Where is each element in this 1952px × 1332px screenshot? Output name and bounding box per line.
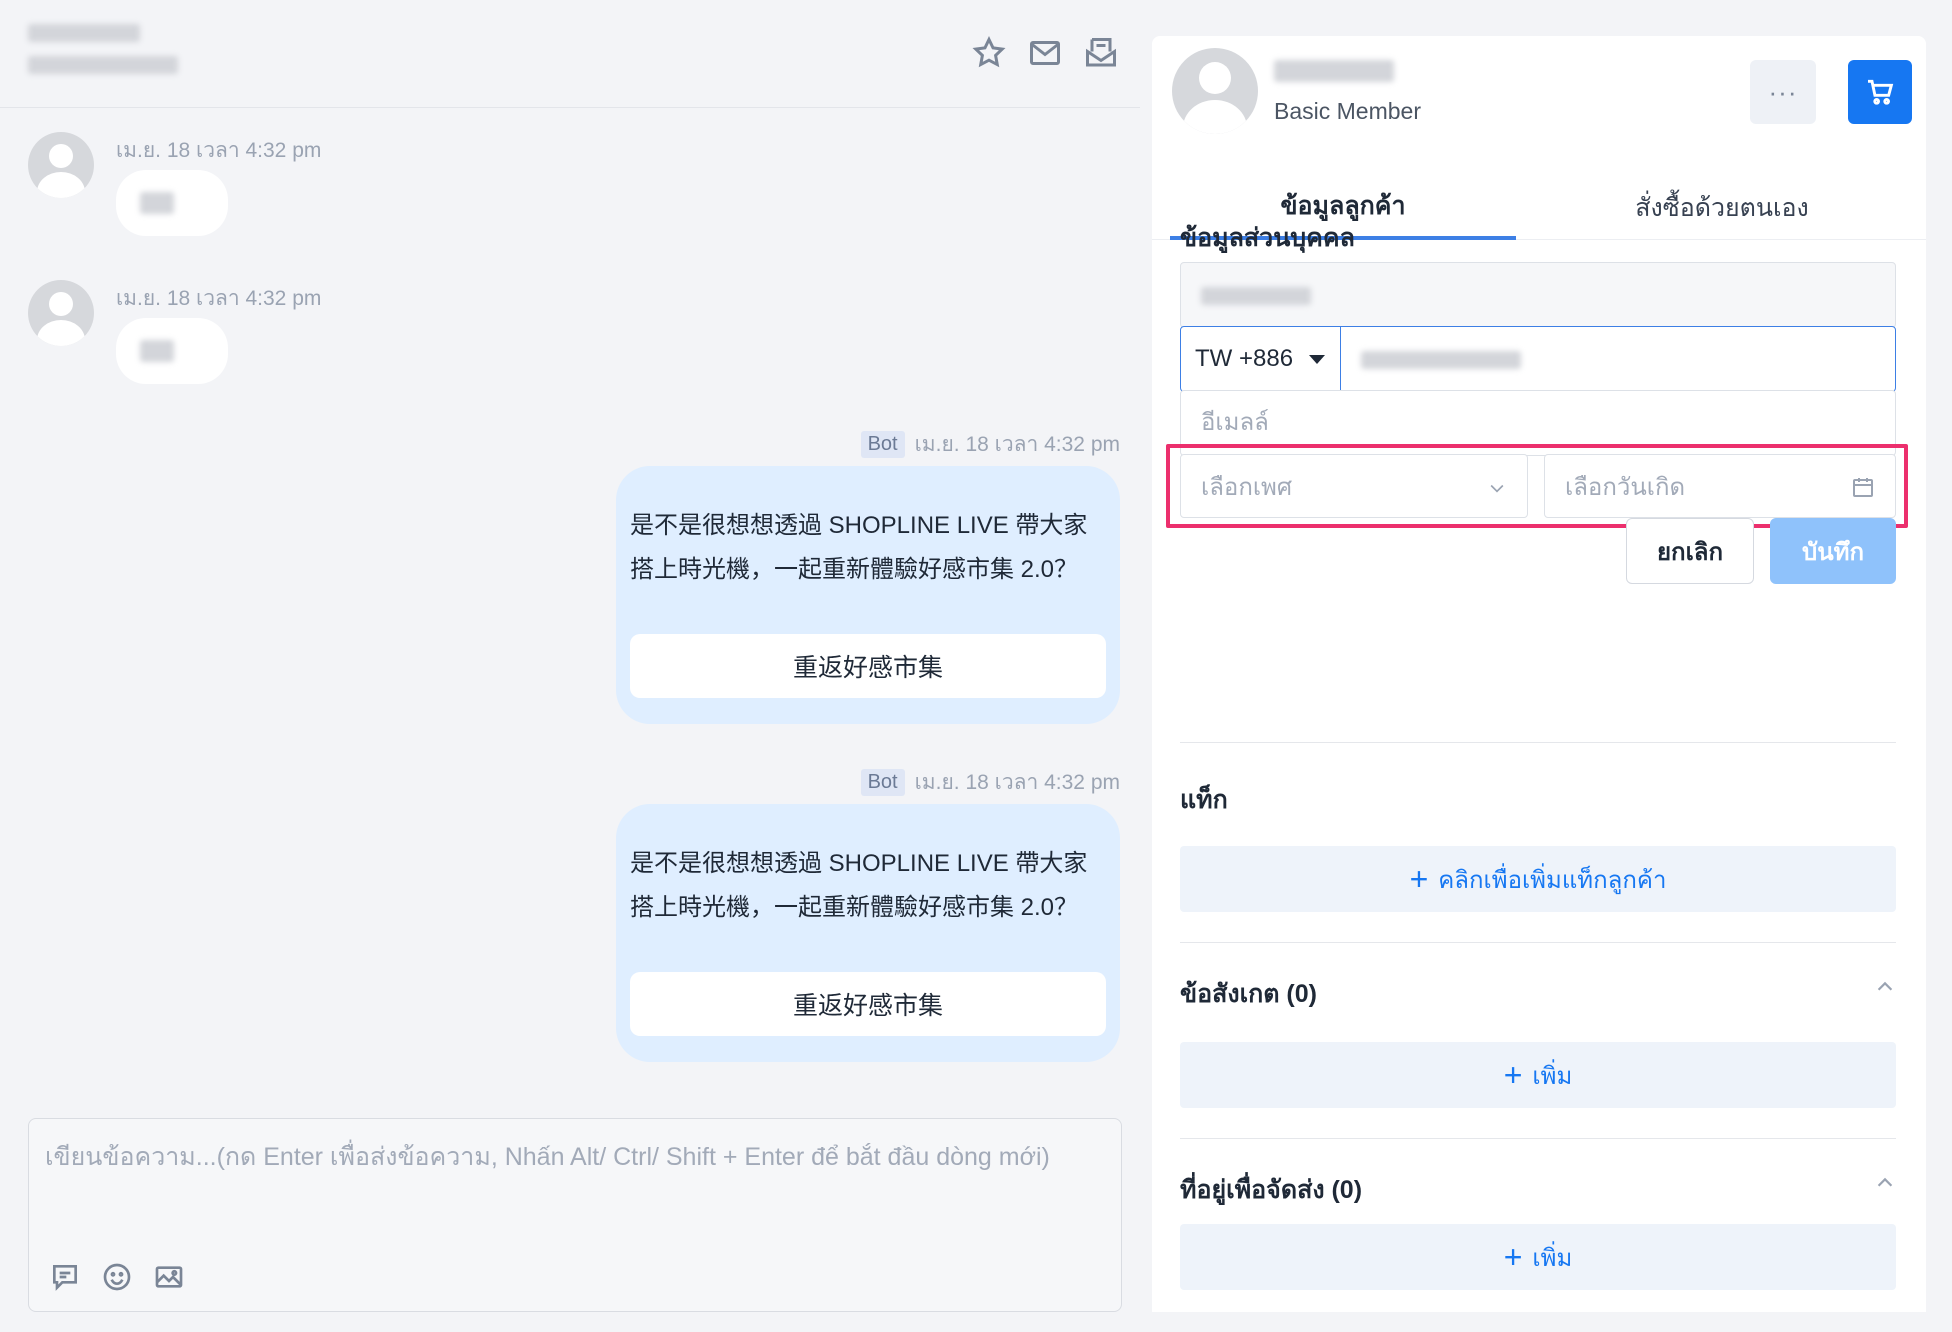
message-meta: Bot เม.ย. 18 เวลา 4:32 pm <box>860 766 1120 799</box>
customer-id-redacted <box>28 56 178 74</box>
message-input[interactable] <box>45 1137 1105 1237</box>
inbox-icon[interactable] <box>1082 34 1120 72</box>
bot-message-bubble: 是不是很想想透過 SHOPLINE LIVE 帶大家搭上時光機，一起重新體驗好感… <box>616 804 1120 1062</box>
bot-action-button[interactable]: 重返好感市集 <box>630 634 1106 698</box>
addresses-title: ที่อยู่เพื่อจัดส่ง (0) <box>1180 1176 1363 1204</box>
member-level: Basic Member <box>1274 98 1421 124</box>
incoming-message: เม.ย. 18 เวลา 4:32 pm <box>28 280 388 390</box>
message-bubble <box>116 318 228 384</box>
customer-avatar <box>1172 48 1258 134</box>
divider <box>1180 1138 1896 1139</box>
birthday-select[interactable]: เลือกวันเกิด <box>1544 454 1896 518</box>
incoming-message: เม.ย. 18 เวลา 4:32 pm <box>28 132 388 242</box>
customer-panel: Basic Member ··· ข้อมูลลูกค้า สั่งซื้อด้… <box>1152 36 1926 1312</box>
message-meta: Bot เม.ย. 18 เวลา 4:32 pm <box>860 428 1120 461</box>
chevron-down-icon <box>1487 477 1507 505</box>
bot-message: Bot เม.ย. 18 เวลา 4:32 pm 是不是很想想透過 SHOPL… <box>520 766 1120 1066</box>
add-address-button[interactable]: + เพิ่ม <box>1180 1224 1896 1290</box>
customer-name-redacted <box>1274 60 1394 82</box>
phone-field: TW +886 <box>1180 326 1896 392</box>
birthday-placeholder: เลือกวันเกิด <box>1565 473 1686 501</box>
avatar <box>28 280 94 346</box>
chevron-up-icon[interactable] <box>1874 1172 1898 1196</box>
gender-placeholder: เลือกเพศ <box>1201 473 1293 501</box>
message-bubble <box>116 170 228 236</box>
plus-icon: + <box>1503 1057 1523 1093</box>
star-icon[interactable] <box>970 34 1008 72</box>
add-tag-button[interactable]: + คลิกเพื่อเพิ่มแท็กลูกค้า <box>1180 846 1896 912</box>
chat-panel: เม.ย. 18 เวลา 4:32 pm เม.ย. 18 เวลา 4:32… <box>0 0 1140 1332</box>
add-note-label: เพิ่ม <box>1532 1062 1573 1090</box>
chevron-up-icon[interactable] <box>1874 976 1898 1000</box>
chat-header <box>0 0 1140 108</box>
bot-message-bubble: 是不是很想想透過 SHOPLINE LIVE 帶大家搭上時光機，一起重新體驗好感… <box>616 466 1120 724</box>
message-content-redacted <box>140 192 174 214</box>
phone-value-redacted <box>1361 351 1521 369</box>
mail-icon[interactable] <box>1026 34 1064 72</box>
message-composer <box>28 1118 1122 1312</box>
plus-icon: + <box>1409 861 1429 897</box>
bot-message: Bot เม.ย. 18 เวลา 4:32 pm 是不是很想想透過 SHOPL… <box>520 428 1120 728</box>
bot-badge: Bot <box>860 431 905 458</box>
cart-icon <box>1868 79 1894 105</box>
name-field[interactable] <box>1180 262 1896 328</box>
bot-action-button[interactable]: 重返好感市集 <box>630 972 1106 1036</box>
plus-icon: + <box>1503 1239 1523 1275</box>
add-note-button[interactable]: + เพิ่ม <box>1180 1042 1896 1108</box>
personal-info-title: ข้อมูลส่วนบุคคล <box>1180 224 1355 252</box>
add-tag-label: คลิกเพื่อเพิ่มแท็กลูกค้า <box>1438 866 1667 894</box>
more-options-button[interactable]: ··· <box>1750 60 1816 124</box>
divider <box>1180 942 1896 943</box>
save-button[interactable]: บันทึก <box>1770 518 1896 584</box>
quick-reply-icon[interactable] <box>49 1261 81 1293</box>
chat-header-actions <box>970 34 1120 72</box>
tags-title: แท็ก <box>1180 786 1228 814</box>
message-content-redacted <box>140 340 174 362</box>
bot-message-text: 是不是很想想透過 SHOPLINE LIVE 帶大家搭上時光機，一起重新體驗好感… <box>630 512 1088 583</box>
composer-toolbar <box>49 1261 185 1293</box>
bot-badge: Bot <box>860 769 905 796</box>
cancel-button[interactable]: ยกเลิก <box>1626 518 1754 584</box>
country-code-select[interactable]: TW +886 <box>1181 327 1341 391</box>
message-time: เม.ย. 18 เวลา 4:32 pm <box>116 139 322 162</box>
message-time: เม.ย. 18 เวลา 4:32 pm <box>116 287 322 310</box>
gender-select[interactable]: เลือกเพศ <box>1180 454 1528 518</box>
image-icon[interactable] <box>153 1261 185 1293</box>
add-address-label: เพิ่ม <box>1532 1244 1573 1272</box>
cart-button[interactable] <box>1848 60 1912 124</box>
bot-message-text: 是不是很想想透過 SHOPLINE LIVE 帶大家搭上時光機，一起重新體驗好感… <box>630 850 1088 921</box>
caret-down-icon <box>1309 354 1326 364</box>
message-time: เม.ย. 18 เวลา 4:32 pm <box>914 771 1120 794</box>
avatar <box>28 132 94 198</box>
name-value-redacted <box>1201 287 1311 305</box>
calendar-icon <box>1851 475 1875 506</box>
emoji-icon[interactable] <box>101 1261 133 1293</box>
country-code-label: TW +886 <box>1195 345 1294 372</box>
tab-manual-order[interactable]: สั่งซื้อด้วยตนเอง <box>1532 176 1912 240</box>
notes-title: ข้อสังเกต (0) <box>1180 980 1317 1008</box>
customer-name-redacted <box>28 24 140 42</box>
message-time: เม.ย. 18 เวลา 4:32 pm <box>914 433 1120 456</box>
divider <box>1180 742 1896 743</box>
